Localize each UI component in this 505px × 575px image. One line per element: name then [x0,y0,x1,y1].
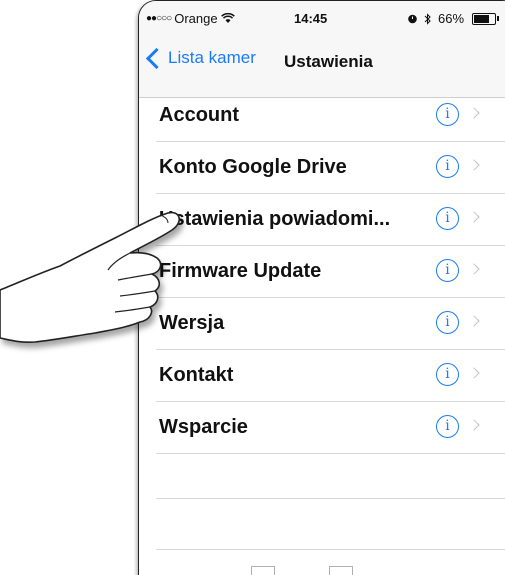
info-icon[interactable]: i [436,415,459,438]
settings-row-support[interactable]: Wsparcie i [156,402,505,454]
info-icon[interactable]: i [436,363,459,386]
tab-bar-icon[interactable] [251,566,275,575]
settings-row-firmware-update[interactable]: Firmware Update i [156,246,505,298]
row-label: Wsparcie [159,416,248,438]
chevron-right-icon [468,159,480,171]
empty-row-divider [156,549,505,550]
info-icon[interactable]: i [436,259,459,282]
wifi-icon [220,13,235,23]
info-icon[interactable]: i [436,311,459,334]
info-icon[interactable]: i [436,155,459,178]
screenshot-stage: ●●○○○ Orange 14:45 66% Lista kamer Ustaw… [0,0,505,575]
chevron-left-icon [145,47,168,69]
empty-row-divider [156,498,505,499]
row-label: Konto Google Drive [159,156,347,178]
back-button[interactable]: Lista kamer [145,47,256,69]
chevron-right-icon [468,367,480,379]
navigation-bar: Lista kamer Ustawienia [139,31,505,98]
chevron-right-icon [468,315,480,327]
phone-screen: ●●○○○ Orange 14:45 66% Lista kamer Ustaw… [138,0,505,575]
battery-percent: 66% [438,11,465,26]
status-time: 14:45 [294,11,328,26]
settings-row-notifications[interactable]: Ustawienia powiadomi... i [156,194,505,246]
row-label: Wersja [159,312,225,334]
row-label: Firmware Update [159,260,322,282]
settings-list: Account i Konto Google Drive i Ustawieni… [139,90,505,454]
settings-row-google-drive[interactable]: Konto Google Drive i [156,142,505,194]
chevron-right-icon [468,263,480,275]
back-label: Lista kamer [168,48,256,67]
status-bar: ●●○○○ Orange 14:45 66% [139,1,505,31]
battery-icon [472,12,500,25]
info-icon[interactable]: i [436,103,459,126]
bluetooth-icon [424,12,431,25]
settings-row-contact[interactable]: Kontakt i [156,350,505,402]
status-right: 66% [407,11,500,26]
info-icon[interactable]: i [436,207,459,230]
chevron-right-icon [468,419,480,431]
status-left: ●●○○○ Orange [146,11,235,26]
alarm-icon [408,14,417,24]
page-title: Ustawienia [284,52,373,71]
settings-row-account[interactable]: Account i [156,90,505,142]
row-label: Ustawienia powiadomi... [159,208,391,230]
row-label: Account [159,104,239,126]
tab-bar-icon[interactable] [329,566,353,575]
settings-row-version[interactable]: Wersja i [156,298,505,350]
chevron-right-icon [468,107,480,119]
chevron-right-icon [468,211,480,223]
row-label: Kontakt [159,364,234,386]
carrier-label: Orange [174,11,218,26]
signal-dots-icon: ●●○○○ [146,13,172,24]
